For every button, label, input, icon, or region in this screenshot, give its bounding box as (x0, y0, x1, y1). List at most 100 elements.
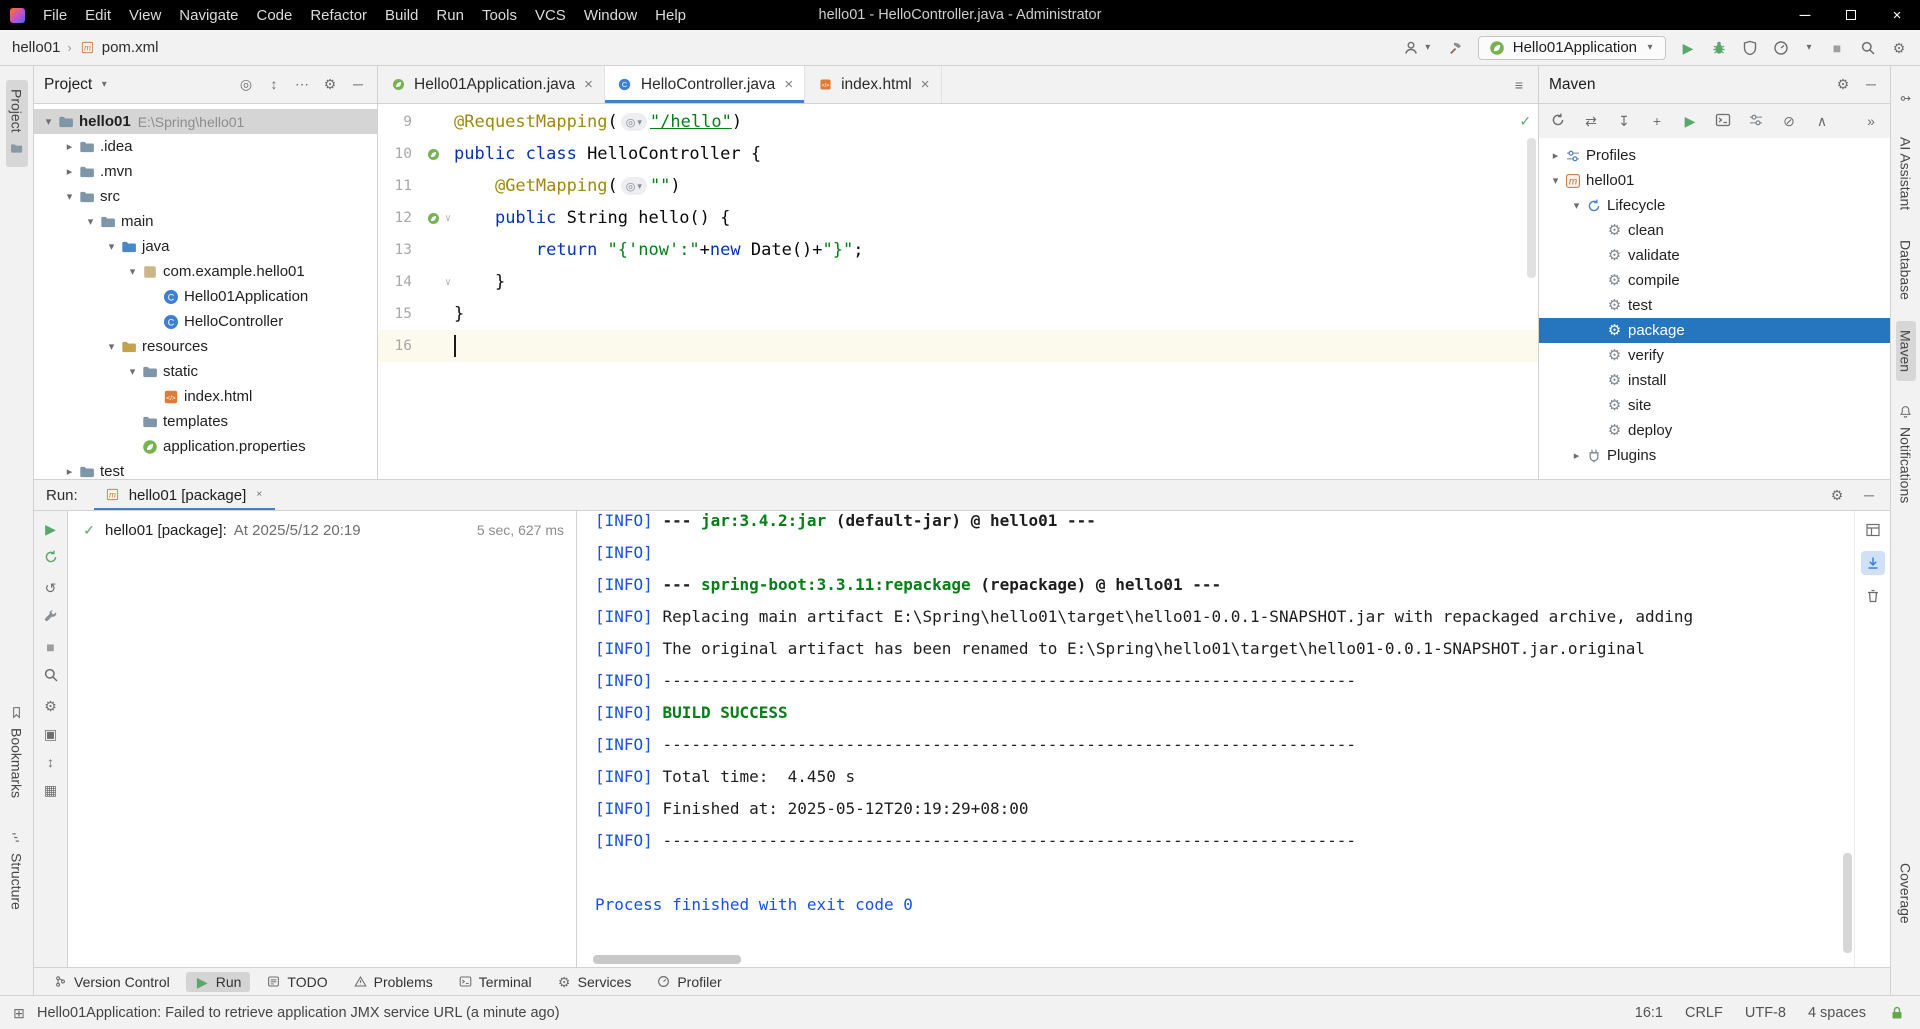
maven-item-package[interactable]: ⚙ package (1539, 318, 1890, 343)
project-item-index-html[interactable]: </> index.html (34, 384, 377, 409)
maven-item-lifecycle[interactable]: ▾ Lifecycle (1539, 193, 1890, 218)
editor-tab-hellocontroller-java[interactable]: C HelloController.java × (604, 66, 806, 103)
console-scroll-end-button[interactable] (1860, 551, 1885, 575)
run-snapshot-button[interactable]: ▣ (42, 725, 60, 743)
chevron-right-icon[interactable]: ▸ (61, 165, 78, 178)
project-hide-button[interactable]: ─ (349, 75, 367, 94)
toolwindow-button-problems[interactable]: Problems (344, 972, 442, 992)
stripe-ai-assistant[interactable]: AI Assistant (1896, 128, 1916, 219)
stripe-maven[interactable]: Maven (1895, 321, 1916, 382)
menu-file[interactable]: File (34, 0, 76, 30)
fold-marker-icon[interactable]: ∨ (442, 277, 454, 288)
close-icon[interactable]: × (253, 486, 265, 504)
toolwindow-button-version-control[interactable]: Version Control (44, 972, 179, 992)
fold-marker-icon[interactable]: ∨ (442, 213, 454, 224)
close-icon[interactable]: × (584, 76, 593, 93)
stripe-notifications[interactable]: Notifications (1895, 393, 1917, 512)
editor-tab-index-html[interactable]: </> index.html × (805, 66, 942, 103)
project-item-main[interactable]: ▾ main (34, 209, 377, 234)
toolwindow-button-run[interactable]: ▶ Run (185, 971, 251, 992)
search-everywhere-button[interactable] (1859, 39, 1877, 57)
status-cursor-position[interactable]: 16:1 (1635, 1005, 1663, 1021)
project-item-hello01application[interactable]: C Hello01Application (34, 284, 377, 309)
maven-item-verify[interactable]: ⚙ verify (1539, 343, 1890, 368)
status-line-separator[interactable]: CRLF (1685, 1005, 1723, 1021)
project-item-hello01[interactable]: ▾ hello01 E:\Spring\hello01 (34, 109, 377, 134)
run-rerun-button[interactable] (42, 548, 60, 569)
ide-settings-button[interactable]: ⚙ (1890, 39, 1908, 57)
menu-window[interactable]: Window (575, 0, 646, 30)
menu-edit[interactable]: Edit (76, 0, 120, 30)
project-select-target-button[interactable]: ◎ (237, 75, 255, 94)
mapping-inlay-icon[interactable]: ◎ ▾ (620, 113, 647, 131)
chevron-down-icon[interactable]: ▾ (124, 365, 141, 378)
maven-item-profiles[interactable]: ▸ Profiles (1539, 143, 1890, 168)
breadcrumb-item-hello01[interactable]: hello01 (12, 39, 60, 56)
console-clear-button[interactable] (1861, 584, 1885, 608)
project-item-java[interactable]: ▾ java (34, 234, 377, 259)
run-config-select[interactable]: Hello01Application ▾ (1477, 35, 1666, 60)
code-editor[interactable]: 9 @RequestMapping(◎ ▾ "/hello") 10 public cla… (378, 104, 1538, 479)
run-result-row[interactable]: ✓ hello01 [package]: At 2025/5/12 20:19 … (68, 517, 576, 543)
status-encoding[interactable]: UTF-8 (1745, 1005, 1786, 1021)
project-item-application-properties[interactable]: application.properties (34, 434, 377, 459)
menu-vcs[interactable]: VCS (526, 0, 575, 30)
maven-item-install[interactable]: ⚙ install (1539, 368, 1890, 393)
chevron-right-icon[interactable]: ▸ (61, 465, 78, 478)
chevron-down-icon[interactable]: ▾ (103, 340, 120, 353)
run-console[interactable]: [INFO] --- jar:3.4.2:jar (default-jar) @… (577, 511, 1854, 967)
chevron-down-icon[interactable]: ▾ (61, 190, 78, 203)
maven-filter-button[interactable] (1747, 111, 1765, 132)
profiler-button[interactable] (1772, 39, 1790, 57)
project-item-com-example-hello01[interactable]: ▾ com.example.hello01 (34, 259, 377, 284)
console-restore-layout-button[interactable] (1861, 518, 1885, 542)
run-find-button[interactable] (42, 666, 60, 687)
editor-tabs-options-icon[interactable]: ≡ (1510, 76, 1528, 94)
maven-reload-button[interactable] (1549, 111, 1567, 132)
project-view-options-button[interactable]: ⋯ (293, 75, 311, 94)
maximize-button[interactable] (1828, 0, 1874, 30)
chevron-down-icon[interactable]: ▾ (103, 240, 120, 253)
toolwindow-button-terminal[interactable]: Terminal (449, 972, 541, 992)
stripe-database[interactable]: Database (1896, 231, 1916, 309)
chevron-down-icon[interactable]: ▾ (98, 76, 110, 94)
run-button[interactable]: ▶ (1679, 39, 1697, 57)
stripe-coverage[interactable]: Coverage (1896, 854, 1916, 933)
close-icon[interactable]: × (784, 76, 793, 93)
minimize-button[interactable]: ─ (1782, 0, 1828, 30)
stripe-bookmarks[interactable]: Bookmarks (6, 694, 28, 807)
toolwindow-button-services[interactable]: ⚙ Services (548, 972, 641, 992)
maven-sync-button[interactable]: ⇄ (1582, 112, 1600, 130)
chevron-down-icon[interactable]: ▾ (82, 215, 99, 228)
inspections-status-icon[interactable]: ✓ (1520, 111, 1530, 130)
run-hide-button[interactable]: ─ (1860, 486, 1878, 504)
coverage-button[interactable] (1741, 39, 1759, 57)
run-play-button[interactable]: ▶ (42, 520, 60, 538)
menu-tools[interactable]: Tools (473, 0, 526, 30)
project-settings-button[interactable]: ⚙ (321, 75, 339, 94)
run-wrench-button[interactable] (42, 607, 60, 628)
run-settings-button[interactable]: ⚙ (42, 697, 60, 715)
project-item-resources[interactable]: ▾ resources (34, 334, 377, 359)
menu-help[interactable]: Help (646, 0, 695, 30)
maven-settings-button[interactable]: ⚙ (1834, 75, 1852, 94)
project-item-static[interactable]: ▾ static (34, 359, 377, 384)
maven-skip-tests-button[interactable]: ⊘ (1780, 112, 1798, 130)
project-item-mvn[interactable]: ▸ .mvn (34, 159, 377, 184)
project-expand-collapse-button[interactable]: ↕ (265, 75, 283, 94)
status-message[interactable]: Hello01Application: Failed to retrieve a… (37, 1005, 560, 1021)
maven-hide-button[interactable]: ─ (1862, 75, 1880, 94)
project-item-idea[interactable]: ▸ .idea (34, 134, 377, 159)
breadcrumb-item-pom-xml[interactable]: m pom.xml (79, 39, 158, 57)
stripe-structure[interactable]: Structure (6, 819, 28, 919)
editor-tab-hello01application-java[interactable]: Hello01Application.java × (378, 66, 605, 103)
mapping-inlay-icon[interactable]: ◎ ▾ (620, 177, 647, 195)
maven-item-test[interactable]: ⚙ test (1539, 293, 1890, 318)
maven-run-goal-button[interactable]: ▶ (1681, 112, 1699, 130)
maven-item-hello01[interactable]: ▾ m hello01 (1539, 168, 1890, 193)
maven-execute-button[interactable] (1714, 111, 1732, 132)
project-item-src[interactable]: ▾ src (34, 184, 377, 209)
run-settings-button[interactable]: ⚙ (1828, 486, 1846, 504)
project-item-templates[interactable]: templates (34, 409, 377, 434)
chevron-down-icon[interactable]: ▾ (1547, 174, 1564, 187)
